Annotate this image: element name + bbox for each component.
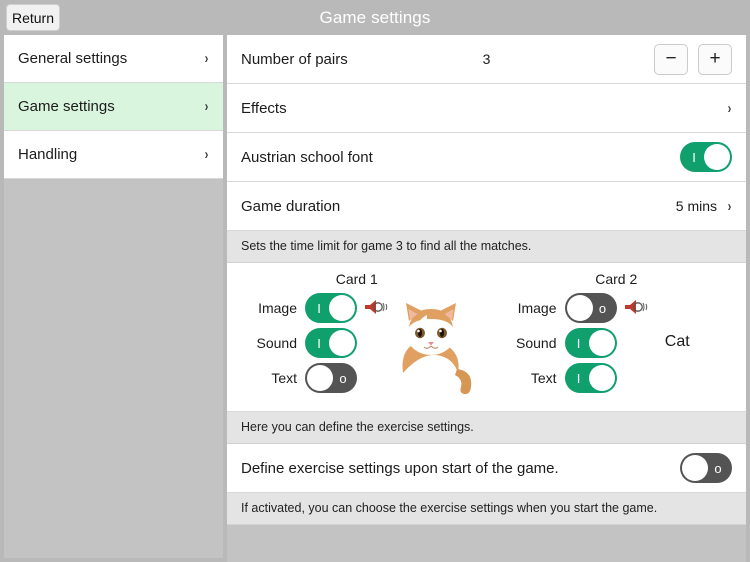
hint-exercise-settings: Here you can define the exercise setting…: [227, 412, 746, 444]
card-1-title: Card 1: [227, 271, 487, 287]
card-1-text-toggle[interactable]: o: [305, 363, 357, 393]
toggle-on-mark: I: [308, 293, 330, 323]
sidebar-item-game-settings[interactable]: Game settings ›: [4, 83, 223, 131]
card-2-sound-label: Sound: [516, 335, 556, 351]
effects-label: Effects: [241, 100, 727, 117]
increment-button[interactable]: +: [698, 44, 732, 75]
card-1-sound-row: Sound I: [235, 328, 357, 358]
toggle-off-mark: o: [707, 453, 729, 483]
exercise-cards: Card 1 Image I Sound: [227, 263, 746, 412]
sidebar-item-handling[interactable]: Handling ›: [4, 131, 223, 179]
sidebar-item-general-settings[interactable]: General settings ›: [4, 35, 223, 83]
chevron-right-icon: ›: [205, 51, 209, 66]
card-2: Card 2 Image o Sound: [487, 263, 747, 411]
settings-screen: Return Game settings General settings › …: [0, 0, 750, 562]
toggle-on-mark: I: [308, 328, 330, 358]
card-2-image-row: Image o: [495, 293, 617, 323]
row-effects[interactable]: Effects ›: [227, 84, 746, 133]
toggle-on-mark: I: [683, 142, 705, 172]
card-2-media-text: Cat: [617, 333, 739, 351]
toggle-knob: [589, 330, 615, 356]
sidebar-item-label: Game settings: [18, 98, 204, 115]
chevron-right-icon: ›: [205, 99, 209, 114]
define-exercise-label: Define exercise settings upon start of t…: [241, 460, 680, 477]
card-1: Card 1 Image I Sound: [227, 263, 487, 411]
card-1-media: [357, 293, 487, 401]
card-1-image-toggle[interactable]: I: [305, 293, 357, 323]
toggle-knob: [589, 365, 615, 391]
define-exercise-toggle[interactable]: o: [680, 453, 732, 483]
hint-game-duration: Sets the time limit for game 3 to find a…: [227, 231, 746, 263]
decrement-button[interactable]: −: [654, 44, 688, 75]
row-define-exercise-settings: Define exercise settings upon start of t…: [227, 444, 746, 493]
toggle-knob: [307, 365, 333, 391]
card-2-text-label: Text: [531, 370, 557, 386]
card-2-text-toggle[interactable]: I: [565, 363, 617, 393]
toggle-on-mark: I: [568, 328, 590, 358]
card-1-sound-label: Sound: [257, 335, 297, 351]
return-button[interactable]: Return: [6, 4, 60, 31]
quantity-stepper: − +: [654, 44, 732, 75]
toggle-knob: [704, 144, 730, 170]
row-game-duration[interactable]: Game duration 5 mins ›: [227, 182, 746, 231]
card-2-image-toggle[interactable]: o: [565, 293, 617, 323]
card-1-text-label: Text: [271, 370, 297, 386]
sidebar: General settings › Game settings › Handl…: [4, 35, 223, 558]
page-title: Game settings: [0, 0, 750, 35]
austrian-school-font-label: Austrian school font: [241, 149, 680, 166]
card-1-text-row: Text o: [235, 363, 357, 393]
settings-panel: Number of pairs 3 − + Effects › Austrian…: [227, 35, 746, 558]
card-2-title: Card 2: [487, 271, 747, 287]
card-2-sound-toggle[interactable]: I: [565, 328, 617, 358]
toggle-off-mark: o: [592, 293, 614, 323]
panel-filler: [227, 525, 746, 562]
card-1-sound-toggle[interactable]: I: [305, 328, 357, 358]
game-duration-value: 5 mins: [676, 198, 717, 214]
row-number-of-pairs: Number of pairs 3 − +: [227, 35, 746, 84]
toggle-knob: [329, 330, 355, 356]
card-2-image-label: Image: [518, 300, 557, 316]
game-duration-label: Game duration: [241, 198, 676, 215]
toggle-knob: [682, 455, 708, 481]
toggle-knob: [567, 295, 593, 321]
sidebar-item-label: Handling: [18, 146, 204, 163]
hint-define-exercise: If activated, you can choose the exercis…: [227, 493, 746, 525]
card-1-image-row: Image I: [235, 293, 357, 323]
chevron-right-icon: ›: [205, 147, 209, 162]
speaker-icon: [623, 297, 651, 317]
austrian-school-font-toggle[interactable]: I: [680, 142, 732, 172]
card-1-switches: Image I Sound I: [227, 293, 357, 398]
card-1-image-label: Image: [258, 300, 297, 316]
card-2-media: Cat: [617, 293, 747, 401]
card-2-sound-row: Sound I: [495, 328, 617, 358]
card-2-switches: Image o Sound I: [487, 293, 617, 398]
row-austrian-school-font: Austrian school font I: [227, 133, 746, 182]
toggle-off-mark: o: [332, 363, 354, 393]
toggle-knob: [329, 295, 355, 321]
toggle-on-mark: I: [568, 363, 590, 393]
number-of-pairs-label: Number of pairs: [241, 51, 654, 68]
title-bar: Return Game settings: [0, 0, 750, 35]
chevron-right-icon: ›: [728, 101, 732, 116]
kitten-photo: [383, 295, 479, 399]
card-2-text-row: Text I: [495, 363, 617, 393]
sidebar-item-label: General settings: [18, 50, 204, 67]
chevron-right-icon: ›: [728, 199, 732, 214]
